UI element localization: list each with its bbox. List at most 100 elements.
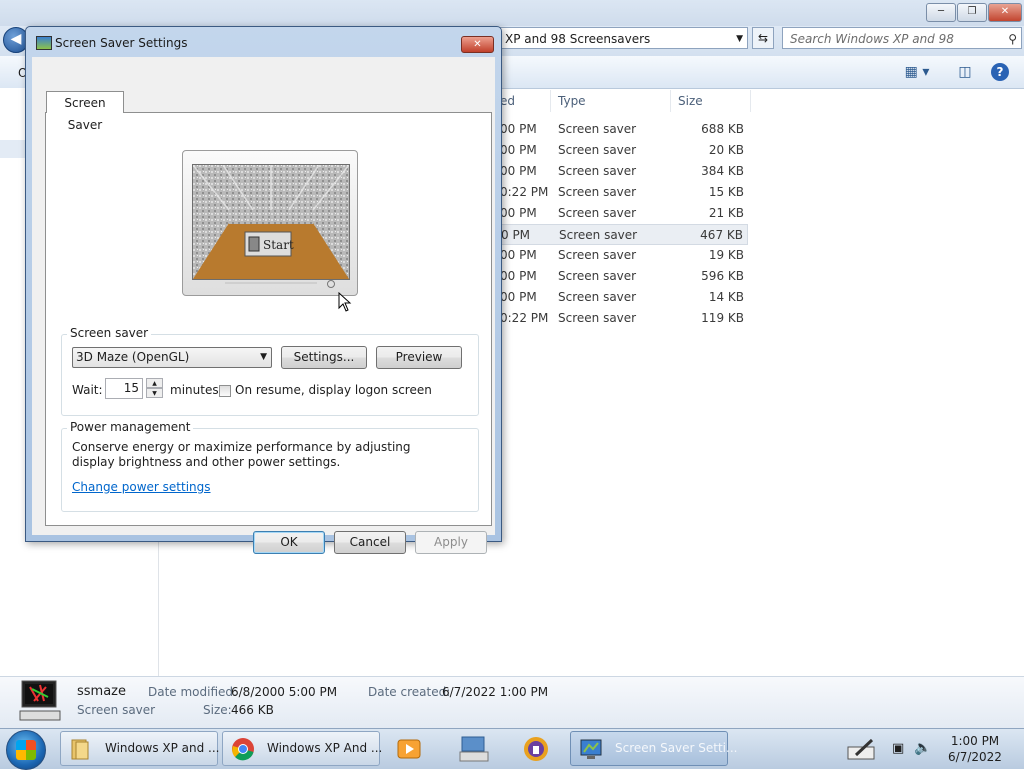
on-screen-keyboard-icon[interactable] bbox=[458, 735, 490, 763]
power-led-icon bbox=[327, 280, 335, 288]
taskbar-item-label: Screen Saver Setti... bbox=[615, 741, 738, 755]
column-type[interactable]: Type bbox=[558, 90, 586, 112]
preview-button[interactable]: Preview bbox=[376, 346, 462, 369]
windows-logo-icon bbox=[16, 740, 36, 760]
minimize-button[interactable]: ─ bbox=[926, 3, 956, 22]
file-size: 21 KB bbox=[708, 206, 744, 220]
file-size: 19 KB bbox=[708, 248, 744, 262]
dialog-close-button[interactable]: ✕ bbox=[461, 36, 494, 53]
wait-minutes-input[interactable]: 15 bbox=[105, 378, 143, 399]
column-date-modified[interactable]: ed bbox=[500, 90, 515, 112]
address-bar[interactable]: XP and 98 Screensavers ▼ bbox=[498, 27, 748, 49]
file-size: 384 KB bbox=[701, 164, 744, 178]
apply-button[interactable]: Apply bbox=[415, 531, 487, 554]
search-input[interactable]: Search Windows XP and 98 Screensav... ⚲ bbox=[782, 27, 1022, 68]
chevron-down-icon[interactable]: ▼ bbox=[736, 28, 743, 50]
power-group-label: Power management bbox=[67, 420, 194, 434]
spin-down-icon[interactable]: ▼ bbox=[146, 388, 163, 398]
preview-pane-icon[interactable]: ◫ bbox=[955, 63, 975, 81]
file-row[interactable]: 00 PM Screen saver 21 KB bbox=[490, 203, 748, 224]
taskbar-item-label: Windows XP and ... bbox=[105, 741, 220, 755]
pen-tablet-icon[interactable] bbox=[846, 737, 878, 761]
file-modified-time: 00 PM bbox=[500, 122, 537, 136]
close-button[interactable]: ✕ bbox=[988, 3, 1022, 22]
file-type: Screen saver bbox=[558, 143, 637, 157]
minutes-label: minutes bbox=[170, 383, 219, 397]
file-modified-time: 00 PM bbox=[500, 248, 537, 262]
spin-up-icon[interactable]: ▲ bbox=[146, 378, 163, 388]
file-row[interactable]: 0 PM Screen saver 467 KB bbox=[490, 224, 748, 245]
search-icon[interactable]: ⚲ bbox=[1008, 28, 1017, 50]
clock-date: 6/7/2022 bbox=[948, 750, 1002, 764]
file-size: 119 KB bbox=[701, 311, 744, 325]
help-icon[interactable]: ? bbox=[991, 63, 1009, 81]
details-size-value: 466 KB bbox=[231, 703, 274, 717]
nav-selected-item[interactable] bbox=[0, 140, 26, 158]
details-file-name: ssmaze bbox=[77, 684, 126, 699]
taskbar-item-screen-saver-settings[interactable]: Screen Saver Setti... bbox=[570, 731, 737, 766]
dialog-client-area: Start Screen saver 3D Maze (OpenGL) ▼ Se… bbox=[32, 57, 495, 554]
file-modified-time: 0:22 PM bbox=[500, 185, 549, 199]
volume-icon[interactable]: 🔈 bbox=[914, 740, 931, 756]
details-created-value: 6/7/2022 1:00 PM bbox=[442, 685, 549, 699]
screensaver-file-icon bbox=[18, 679, 62, 723]
media-player-icon[interactable] bbox=[396, 737, 422, 761]
maximize-button[interactable]: ❐ bbox=[957, 3, 987, 22]
display-settings-icon bbox=[579, 737, 603, 761]
screensaver-select[interactable]: 3D Maze (OpenGL) ▼ bbox=[72, 347, 272, 368]
file-row[interactable]: 00 PM Screen saver 688 KB bbox=[490, 119, 748, 140]
resume-logon-label[interactable]: On resume, display logon screen bbox=[235, 383, 432, 397]
screen-saver-settings-dialog: Screen Saver Settings ✕ Start Screen sav… bbox=[25, 26, 502, 554]
refresh-button[interactable]: ⇆ bbox=[752, 27, 774, 49]
power-description: Conserve energy or maximize performance … bbox=[72, 440, 411, 469]
column-separator[interactable] bbox=[550, 90, 551, 112]
resume-logon-checkbox[interactable] bbox=[219, 385, 231, 397]
dialog-title: Screen Saver Settings bbox=[55, 36, 188, 50]
file-row[interactable]: 0:22 PM Screen saver 119 KB bbox=[490, 308, 748, 329]
file-row[interactable]: 00 PM Screen saver 20 KB bbox=[490, 140, 748, 161]
preview-screen: Start bbox=[192, 164, 350, 280]
secure-app-icon[interactable] bbox=[522, 735, 550, 763]
column-size[interactable]: Size bbox=[678, 90, 703, 112]
file-row[interactable]: 00 PM Screen saver 19 KB bbox=[490, 245, 748, 266]
column-separator[interactable] bbox=[750, 90, 751, 112]
file-row[interactable]: 0:22 PM Screen saver 15 KB bbox=[490, 182, 748, 203]
file-size: 596 KB bbox=[701, 269, 744, 283]
taskbar-item-chrome[interactable]: Windows XP And ... bbox=[222, 731, 382, 766]
file-type: Screen saver bbox=[558, 269, 637, 283]
details-pane: ssmaze Screen saver Date modified: 6/8/2… bbox=[0, 676, 1024, 729]
file-size: 15 KB bbox=[708, 185, 744, 199]
file-type: Screen saver bbox=[559, 228, 638, 242]
network-icon[interactable]: ▣ bbox=[892, 741, 908, 757]
chevron-down-icon[interactable]: ▼ bbox=[260, 348, 267, 367]
file-size: 688 KB bbox=[701, 122, 744, 136]
file-size: 467 KB bbox=[700, 228, 743, 242]
file-type: Screen saver bbox=[558, 164, 637, 178]
details-modified-value: 6/8/2000 5:00 PM bbox=[231, 685, 338, 699]
wait-label: Wait: bbox=[72, 383, 103, 397]
taskbar-item-explorer[interactable]: Windows XP and ... bbox=[60, 731, 220, 766]
address-text: XP and 98 Screensavers bbox=[505, 32, 651, 46]
tab-screen-saver[interactable]: Screen Saver bbox=[46, 91, 124, 132]
file-modified-time: 00 PM bbox=[500, 269, 537, 283]
ok-button[interactable]: OK bbox=[253, 531, 325, 554]
tab-panel: Start Screen saver 3D Maze (OpenGL) ▼ Se… bbox=[45, 112, 492, 526]
taskbar-clock[interactable]: 1:00 PM 6/7/2022 bbox=[940, 733, 1010, 765]
file-row[interactable]: 00 PM Screen saver 596 KB bbox=[490, 266, 748, 287]
wait-spinner[interactable]: ▲ ▼ bbox=[146, 378, 163, 399]
explorer-titlebar bbox=[0, 0, 1024, 26]
change-power-settings-link[interactable]: Change power settings bbox=[72, 480, 211, 494]
start-button[interactable] bbox=[6, 730, 46, 770]
views-icon[interactable]: ▦ ▾ bbox=[900, 63, 934, 81]
settings-button[interactable]: Settings... bbox=[281, 346, 367, 369]
details-modified-label: Date modified: bbox=[148, 685, 238, 699]
file-modified-time: 00 PM bbox=[500, 290, 537, 304]
file-size: 20 KB bbox=[708, 143, 744, 157]
mouse-cursor-icon bbox=[338, 291, 352, 312]
column-separator[interactable] bbox=[670, 90, 671, 112]
file-row[interactable]: 00 PM Screen saver 384 KB bbox=[490, 161, 748, 182]
file-modified-time: 00 PM bbox=[500, 206, 537, 220]
file-row[interactable]: 00 PM Screen saver 14 KB bbox=[490, 287, 748, 308]
details-created-label: Date created: bbox=[368, 685, 451, 699]
cancel-button[interactable]: Cancel bbox=[334, 531, 406, 554]
